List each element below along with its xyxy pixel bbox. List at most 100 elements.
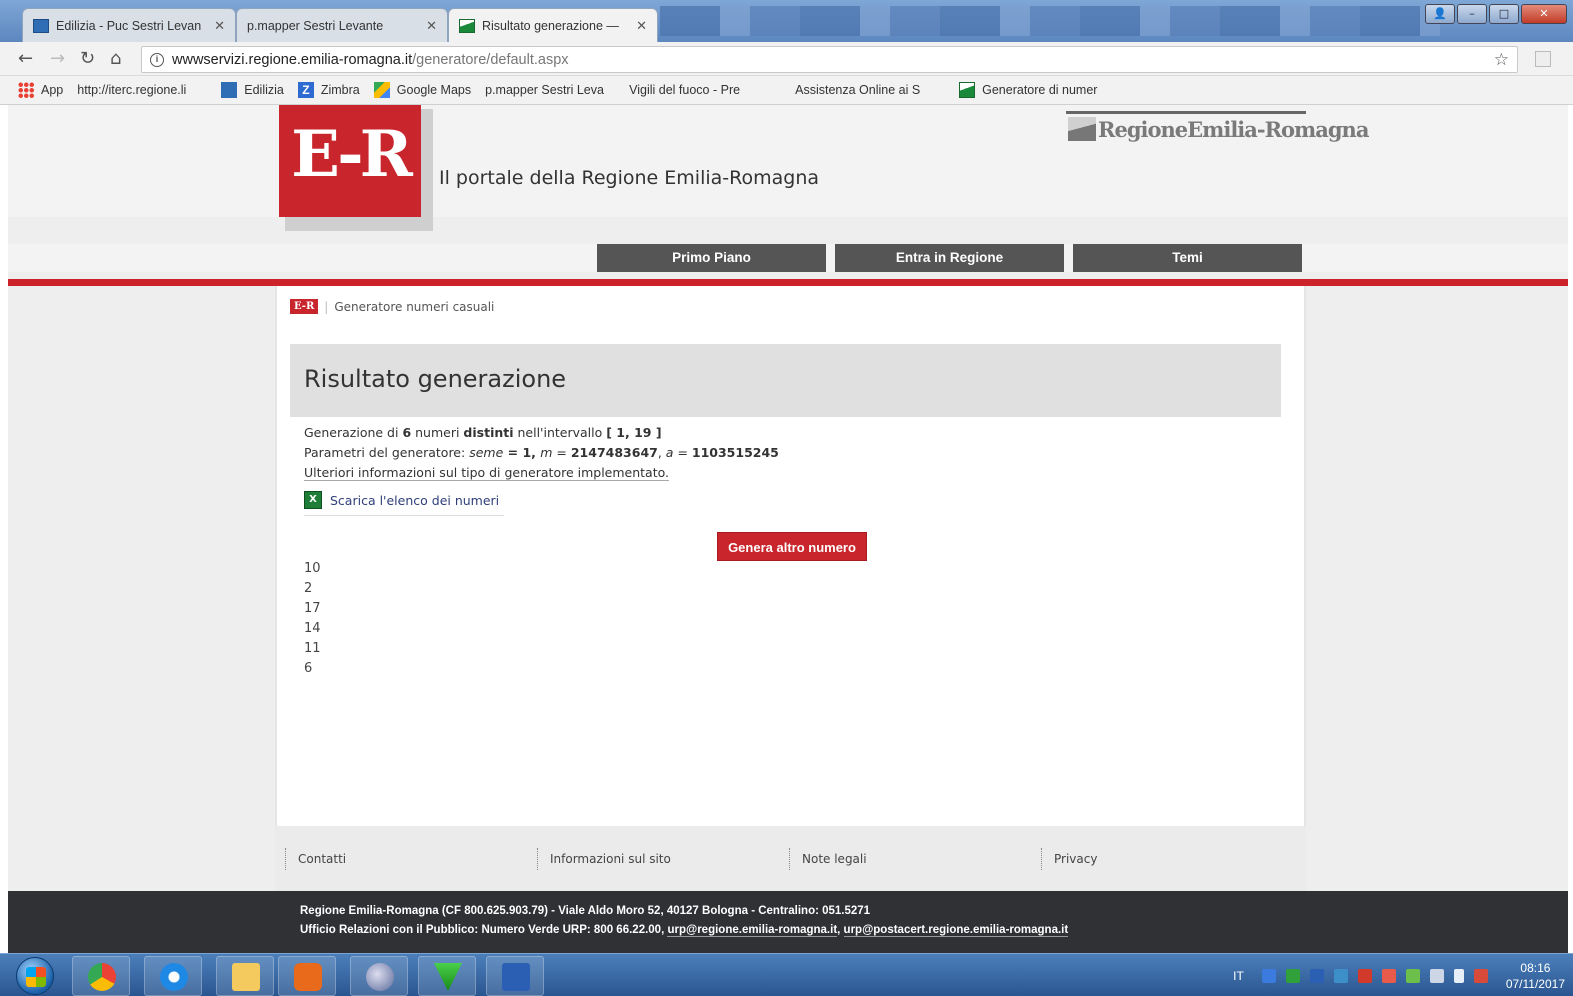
breadcrumb-current: Generatore numeri casuali bbox=[334, 299, 495, 314]
url-path: /generatore/default.aspx bbox=[412, 51, 569, 68]
nav-primo-piano[interactable]: Primo Piano bbox=[597, 244, 826, 272]
download-link[interactable]: X Scarica l'elenco dei numeri bbox=[304, 491, 504, 516]
list-item: 6 bbox=[304, 661, 313, 676]
ie-icon bbox=[160, 963, 188, 991]
tray-icon-3[interactable] bbox=[1309, 968, 1324, 983]
footer-address: Regione Emilia-Romagna (CF 800.625.903.7… bbox=[300, 905, 871, 917]
breadcrumb-separator: | bbox=[324, 299, 329, 314]
generate-button[interactable]: Genera altro numero bbox=[717, 532, 867, 561]
bookmark-label: App bbox=[41, 83, 64, 97]
bookmark-assistenza[interactable]: Assistenza Online ai S bbox=[8, 83, 945, 195]
thunderbird-taskbar-button[interactable] bbox=[350, 956, 408, 996]
info-icon[interactable]: i bbox=[150, 52, 164, 67]
info-line-range: Generazione di 6 numeri distinti nell'in… bbox=[304, 423, 779, 443]
word-icon bbox=[502, 963, 530, 991]
minimize-icon[interactable]: – bbox=[1457, 4, 1487, 24]
clock-time: 08:16 bbox=[1520, 960, 1551, 975]
m-label: m bbox=[540, 445, 553, 460]
title-box: Risultato generazione bbox=[290, 344, 1281, 417]
breadcrumb-home[interactable]: E-R bbox=[290, 299, 319, 314]
forward-icon[interactable]: → bbox=[50, 48, 65, 69]
url-host: wwwservizi.regione.emilia-romagna.it bbox=[172, 51, 413, 68]
bookmark-apps[interactable]: App bbox=[18, 82, 63, 98]
bookmark-iterc[interactable]: http://iterc.regione.li bbox=[8, 83, 207, 195]
generation-info: Generazione di 6 numeri distinti nell'in… bbox=[304, 423, 779, 483]
footer-privacy[interactable]: Privacy bbox=[1041, 848, 1097, 870]
maps-icon bbox=[373, 82, 390, 98]
window-controls: 👤 – □ ✕ bbox=[1423, 4, 1567, 24]
action-center-icon[interactable] bbox=[1473, 968, 1488, 983]
reload-icon[interactable]: ↻ bbox=[80, 48, 95, 69]
bookmarks-bar: App http://iterc.regione.li Edilizia Z Zi… bbox=[0, 76, 1573, 195]
download-taskbar-button[interactable] bbox=[418, 956, 476, 996]
nav-entra-in-regione[interactable]: Entra in Regione bbox=[835, 244, 1064, 272]
count-value: 6 bbox=[402, 425, 412, 440]
tab-edilizia[interactable]: Edilizia - Puc Sestri Levan ✕ bbox=[22, 8, 236, 42]
tray-icon-2[interactable] bbox=[1285, 968, 1300, 983]
close-icon[interactable]: ✕ bbox=[214, 18, 225, 34]
extension-icon[interactable] bbox=[1535, 51, 1551, 67]
maximize-icon[interactable]: □ bbox=[1489, 4, 1519, 24]
footer-informazioni[interactable]: Informazioni sul sito bbox=[537, 848, 671, 870]
bookmark-vigili[interactable]: Vigili del fuoco - Pre bbox=[8, 83, 781, 195]
explorer-taskbar-button[interactable] bbox=[216, 956, 274, 996]
tray-icon-7[interactable] bbox=[1405, 968, 1420, 983]
kind-value: distinti bbox=[463, 425, 514, 440]
info-line-more: Ulteriori informazioni sul tipo di gener… bbox=[304, 463, 779, 483]
email-link-urp[interactable]: urp@regione.emilia-romagna.it bbox=[667, 924, 838, 937]
tab-title: Edilizia - Puc Sestri Levan bbox=[56, 18, 202, 33]
text: , bbox=[837, 924, 844, 936]
tab-title: p.mapper Sestri Levante bbox=[247, 18, 384, 33]
browser-toolbar: ← → ↻ ⌂ i wwwservizi.regione.emilia-roma… bbox=[0, 42, 1573, 76]
word-taskbar-button[interactable] bbox=[486, 956, 544, 996]
back-icon[interactable]: ← bbox=[18, 48, 33, 69]
star-icon[interactable]: ☆ bbox=[1494, 50, 1509, 70]
bookmark-label: Edilizia bbox=[244, 83, 284, 97]
list-item: 10 bbox=[304, 561, 321, 576]
tab-title: Risultato generazione — bbox=[482, 18, 619, 33]
bookmark-generatore[interactable]: Generatore di numer bbox=[959, 82, 1109, 98]
tray-icon-1[interactable] bbox=[1261, 968, 1276, 983]
user-icon[interactable]: 👤 bbox=[1425, 4, 1455, 24]
regione-brand[interactable]: RegioneEmilia-Romagna bbox=[1066, 111, 1369, 142]
system-tray: IT 08:16 07/11/2017 bbox=[1233, 954, 1573, 996]
bookmark-google-maps[interactable]: Google Maps bbox=[373, 82, 471, 98]
footer-note-legali[interactable]: Note legali bbox=[789, 848, 867, 870]
taskbar: IT 08:16 07/11/2017 bbox=[0, 953, 1573, 996]
close-icon[interactable]: ✕ bbox=[636, 18, 647, 34]
text: nell'intervallo bbox=[513, 425, 607, 440]
tray-icon-6[interactable] bbox=[1381, 968, 1396, 983]
start-button[interactable] bbox=[16, 957, 54, 995]
close-icon[interactable]: ✕ bbox=[426, 18, 437, 34]
close-window-icon[interactable]: ✕ bbox=[1521, 4, 1567, 24]
more-info-link[interactable]: Ulteriori informazioni sul tipo di gener… bbox=[304, 465, 670, 481]
clock[interactable]: 08:16 07/11/2017 bbox=[1506, 960, 1565, 992]
media-taskbar-button[interactable] bbox=[278, 956, 336, 996]
er-logo[interactable]: E-R bbox=[279, 105, 421, 217]
tray-icon-4[interactable] bbox=[1333, 968, 1348, 983]
flag-icon bbox=[959, 82, 976, 98]
ie-taskbar-button[interactable] bbox=[144, 956, 202, 996]
chrome-taskbar-button[interactable] bbox=[72, 956, 130, 996]
home-icon[interactable]: ⌂ bbox=[110, 48, 121, 69]
footer-bottom: Regione Emilia-Romagna (CF 800.625.903.7… bbox=[8, 891, 1568, 953]
email-link-pec[interactable]: urp@postacert.regione.emilia-romagna.it bbox=[843, 924, 1069, 937]
aero-background bbox=[660, 6, 1440, 36]
bookmark-pmapper[interactable]: p.mapper Sestri Leva bbox=[8, 83, 615, 195]
tab-risultato[interactable]: Risultato generazione — ✕ bbox=[448, 8, 658, 42]
nav-temi[interactable]: Temi bbox=[1073, 244, 1302, 272]
tray-icon-5[interactable] bbox=[1357, 968, 1372, 983]
language-indicator[interactable]: IT bbox=[1233, 969, 1244, 983]
bookmark-edilizia[interactable]: Edilizia bbox=[221, 82, 284, 98]
bookmark-label: Zimbra bbox=[320, 83, 360, 97]
address-bar[interactable]: i wwwservizi.regione.emilia-romagna.it /… bbox=[141, 46, 1518, 73]
tab-pmapper[interactable]: p.mapper Sestri Levante ✕ bbox=[236, 8, 448, 129]
volume-icon[interactable] bbox=[1453, 968, 1464, 983]
network-icon[interactable] bbox=[1429, 968, 1444, 983]
bookmark-zimbra[interactable]: Z Zimbra bbox=[297, 82, 360, 98]
footer-contatti[interactable]: Contatti bbox=[285, 848, 346, 870]
seme-value: = 1, bbox=[503, 445, 541, 460]
list-item: 2 bbox=[304, 581, 313, 596]
text: Ufficio Relazioni con il Pubblico: Numer… bbox=[300, 924, 668, 936]
green-arrow-icon bbox=[434, 963, 462, 991]
